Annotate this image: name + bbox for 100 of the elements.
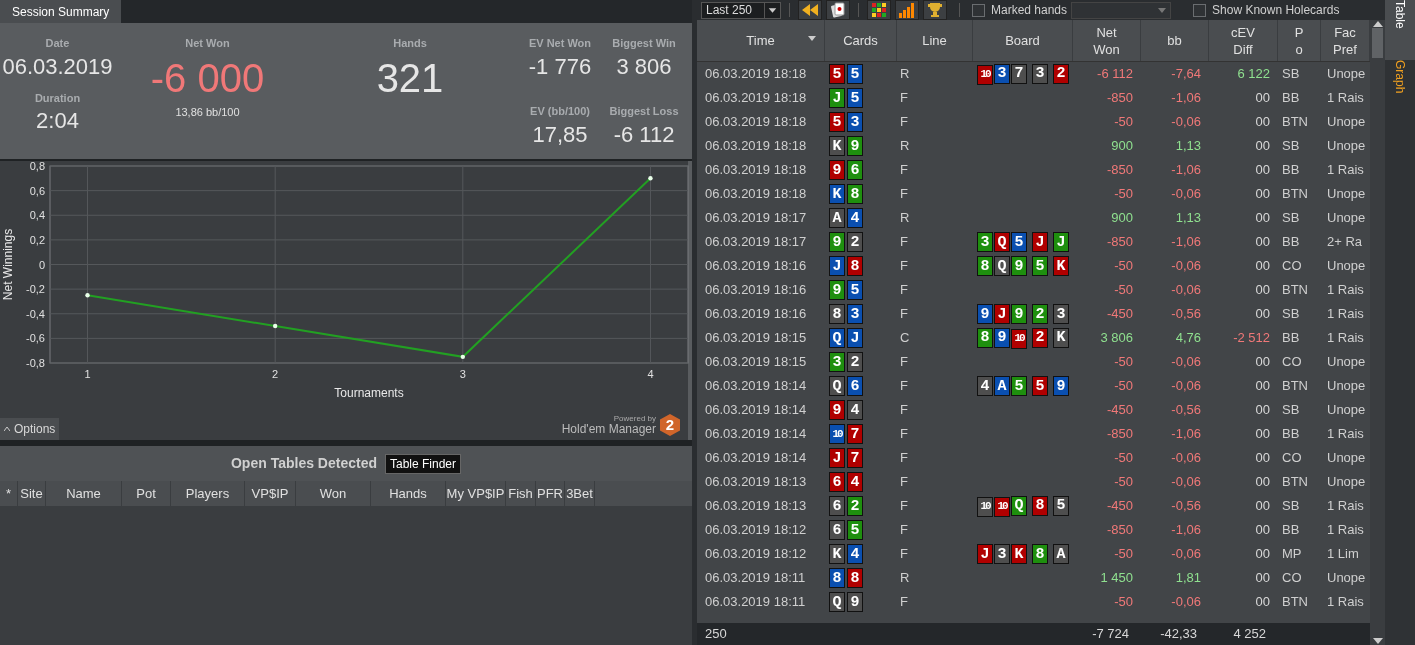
playing-card: 9	[829, 400, 845, 420]
playing-card: 4	[847, 208, 863, 228]
playing-card: J	[1053, 232, 1069, 253]
net-won-cell-text: -6 112	[1096, 65, 1134, 84]
position-cell-text: SB	[1281, 137, 1301, 156]
time-cell-text: 06.03.2019 18:13	[704, 473, 808, 492]
net-won-cell-text: -850	[1105, 425, 1134, 444]
playing-card: 8	[829, 568, 845, 588]
cev-diff-cell-text: 00	[1254, 185, 1271, 204]
checkbox[interactable]	[1193, 3, 1207, 17]
position-cell-text: BB	[1281, 425, 1301, 444]
bb-cell-text: 1,13	[1174, 209, 1202, 228]
time-cell-text: 06.03.2019 18:14	[704, 449, 808, 468]
scrollbar[interactable]	[1370, 20, 1385, 645]
row-count: 250	[704, 625, 728, 644]
cev-diff-cell-text: 00	[1254, 425, 1271, 444]
rewind-button[interactable]	[798, 0, 822, 20]
column-header[interactable]: Board	[973, 20, 1073, 61]
playing-card: 10	[977, 64, 993, 85]
options-tab[interactable]: Options	[0, 418, 60, 440]
time-cell-text: 06.03.2019 18:14	[704, 401, 808, 420]
net-won-cell-text: -50	[1113, 281, 1134, 300]
line-cell-text: F	[899, 401, 909, 420]
time-cell-text: 06.03.2019 18:11	[704, 569, 807, 588]
stats-button[interactable]	[895, 0, 919, 20]
cev-diff-cell-text: 00	[1254, 569, 1271, 588]
cev-diff-cell-text: 00	[1254, 257, 1271, 276]
cev-diff-cell-text: -2 512	[1232, 329, 1271, 348]
column-header[interactable]: Line	[897, 20, 973, 61]
stat-label: Biggest Win	[612, 36, 676, 51]
range-dropdown[interactable]: Last 250	[701, 1, 781, 19]
column-header[interactable]: Cards	[825, 20, 897, 61]
cev-diff-cell-text: 6 122	[1236, 65, 1271, 84]
cev-diff-cell-text: 00	[1254, 449, 1271, 468]
session-tab[interactable]: Session Summary	[0, 0, 122, 23]
playing-card: J	[829, 256, 845, 276]
facing-cell-text: Unope	[1326, 137, 1367, 156]
facing-cell-text: 1 Rais	[1326, 89, 1365, 108]
playing-card: 8	[847, 184, 863, 204]
table-finder-button[interactable]: Table Finder	[385, 453, 462, 474]
grid-button[interactable]	[867, 0, 891, 20]
open-tables-title: Open Tables Detected	[230, 454, 377, 473]
playing-card: 9	[1011, 304, 1027, 325]
side-tab[interactable]: Table	[1385, 0, 1415, 60]
trophy-button[interactable]	[923, 0, 947, 20]
cards-button[interactable]	[826, 0, 850, 20]
time-cell-text: 06.03.2019 18:18	[704, 89, 808, 108]
playing-card: K	[1053, 256, 1069, 277]
stat-label: EV (bb/100)	[530, 104, 590, 119]
stat-label: Hands	[393, 36, 427, 51]
facing-cell-text: Unope	[1326, 473, 1367, 492]
cev-diff-cell-text: 00	[1254, 521, 1271, 540]
position-cell-text: SB	[1281, 401, 1301, 420]
playing-card: 6	[847, 160, 863, 180]
playing-card: A	[829, 208, 845, 228]
position-cell-text: SB	[1281, 497, 1301, 516]
column-header[interactable]: Net Won	[1073, 20, 1141, 61]
cev-diff-cell-text: 00	[1254, 233, 1271, 252]
playing-card: 8	[977, 256, 993, 277]
side-tab[interactable]: Graph	[1385, 60, 1415, 120]
playing-card: 5	[847, 520, 863, 540]
checkbox-label: Show Known Holecards	[1212, 2, 1340, 19]
time-cell-text: 06.03.2019 18:18	[704, 113, 808, 132]
stat-value: 3 806	[616, 52, 672, 81]
time-cell-text: 06.03.2019 18:16	[704, 257, 808, 276]
column-header[interactable]: bb	[1141, 20, 1209, 61]
axis-tick-label: 0,6	[29, 184, 45, 197]
position-cell-text: BB	[1281, 329, 1301, 348]
bb-cell-text: -0,06	[1170, 473, 1202, 492]
time-cell-text: 06.03.2019 18:18	[704, 185, 808, 204]
position-cell-text: BB	[1281, 161, 1301, 180]
column-header[interactable]: P o	[1278, 20, 1321, 61]
time-cell-text: 06.03.2019 18:13	[704, 497, 808, 516]
playing-card: J	[829, 448, 845, 468]
playing-card: 2	[847, 352, 863, 372]
bb-cell-text: -0,56	[1170, 305, 1202, 324]
playing-card: 5	[829, 64, 845, 84]
column-header[interactable]: cEV Diff	[1209, 20, 1278, 61]
checkbox[interactable]	[972, 3, 985, 17]
axis-tick-label: 2	[272, 368, 279, 380]
playing-card: 10	[1011, 328, 1027, 349]
bb-cell-text: -0,56	[1170, 497, 1202, 516]
net-won-cell-text: -850	[1105, 233, 1134, 252]
bb-cell-text: -1,06	[1170, 161, 1202, 180]
time-cell-text: 06.03.2019 18:18	[704, 137, 808, 156]
line-cell-text: F	[899, 305, 909, 324]
column-header[interactable]: Time	[697, 20, 825, 61]
bb-cell-text: -0,06	[1170, 185, 1202, 204]
line-cell-text: F	[899, 473, 909, 492]
net-won-cell-text: -50	[1113, 473, 1134, 492]
time-cell-text: 06.03.2019 18:15	[704, 353, 808, 372]
cev-diff-cell-text: 00	[1254, 89, 1271, 108]
playing-card: 3	[977, 232, 993, 253]
stat-label: Duration	[34, 90, 81, 106]
cev-diff-cell-text: 00	[1254, 593, 1271, 612]
total-net-won: -7 724	[1091, 625, 1130, 644]
position-cell-text: BTN	[1281, 281, 1309, 300]
scroll-thumb[interactable]	[1372, 28, 1383, 58]
facing-cell-text: 1 Rais	[1326, 281, 1365, 300]
playing-card: K	[829, 184, 845, 204]
